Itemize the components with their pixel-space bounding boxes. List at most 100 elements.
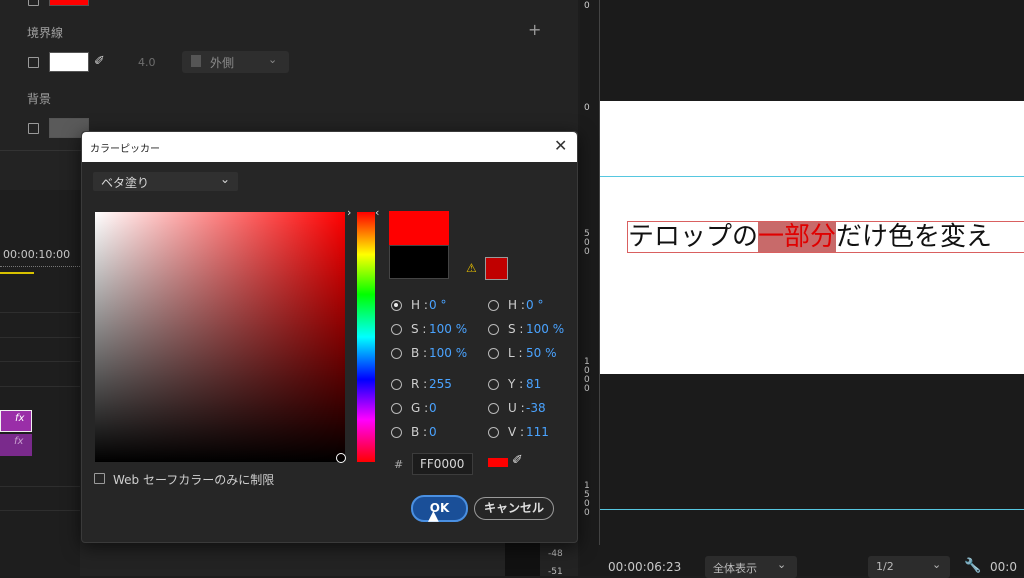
track-divider	[0, 361, 80, 362]
web-safe-label: Web セーフカラーのみに制限	[113, 473, 275, 487]
track-divider	[0, 510, 80, 511]
close-icon[interactable]: ✕	[554, 136, 567, 155]
chevron-down-icon: ⌄	[268, 53, 278, 66]
zoom-label: 全体表示	[713, 562, 757, 575]
border-checkbox[interactable]	[28, 57, 39, 68]
caption-highlight-text: 一部分	[758, 222, 837, 252]
ruler-mark: 5 0 0	[584, 229, 590, 257]
hsl-l-value[interactable]: 50 %	[526, 346, 557, 360]
ok-button[interactable]: OK	[411, 495, 468, 522]
cancel-button[interactable]: キャンセル	[474, 497, 554, 520]
audio-meter	[505, 543, 540, 576]
duration-timecode: 00:0	[990, 560, 1017, 574]
safe-margin-guide	[600, 509, 1024, 510]
radio-hsl-h[interactable]	[488, 300, 499, 311]
fill-type-label: ベタ塗り	[101, 176, 150, 190]
dialog-title: カラーピッカー	[90, 144, 160, 155]
border-color-swatch[interactable]	[49, 52, 89, 72]
old-color-preview[interactable]	[389, 245, 449, 279]
hue-slider-handle-left-icon[interactable]: ›	[347, 206, 351, 219]
field-label: Y :	[508, 377, 524, 391]
playhead-timecode[interactable]: 00:00:06:23	[608, 560, 681, 574]
border-position-dropdown[interactable]: 外側 ⌄	[182, 51, 289, 73]
ruler-mark: 1 0 0 0	[584, 357, 590, 394]
caption-text: だけ色を変え	[836, 222, 993, 252]
track-divider	[0, 312, 80, 313]
background-checkbox[interactable]	[28, 123, 39, 134]
radio-rgb-r[interactable]	[391, 379, 402, 390]
ruler-mark: 1 5 0 0	[584, 481, 590, 518]
chevron-down-icon: ⌄	[777, 558, 787, 571]
chevron-down-icon: ⌄	[220, 172, 231, 186]
ruler-mark: 0	[584, 1, 590, 11]
audio-db-label: -48	[548, 549, 563, 559]
yuv-fields: Y : 81 U : -38 V : 111	[488, 377, 573, 457]
field-label: R :	[411, 377, 428, 391]
mouse-cursor-icon: ▲	[428, 508, 439, 524]
hue-slider[interactable]	[357, 212, 375, 462]
radio-yuv-y[interactable]	[488, 379, 499, 390]
hue-slider-handle-right-icon[interactable]: ‹	[375, 206, 379, 219]
hsb-h-value[interactable]: 0 °	[429, 298, 446, 312]
hex-hash-label: #	[394, 458, 404, 471]
color-field-cursor[interactable]	[336, 453, 346, 463]
dialog-title-bar[interactable]: カラーピッカー ✕	[82, 132, 577, 162]
radio-yuv-v[interactable]	[488, 427, 499, 438]
radio-hsl-l[interactable]	[488, 348, 499, 359]
field-label: V :	[508, 425, 525, 439]
hsl-fields: H : 0 ° S : 100 % L : 50 %	[488, 298, 573, 388]
hsb-s-value[interactable]: 100 %	[429, 322, 467, 336]
work-area-bar	[0, 272, 34, 274]
rgb-r-value[interactable]: 255	[429, 377, 452, 391]
radio-rgb-b[interactable]	[391, 427, 402, 438]
wrench-icon[interactable]: 🔧	[964, 558, 981, 574]
current-color-chip	[488, 458, 508, 467]
ruler-mark: 0	[584, 103, 590, 113]
field-label: H :	[411, 298, 428, 312]
yuv-y-value[interactable]: 81	[526, 377, 541, 391]
fill-type-dropdown[interactable]: ベタ塗り ⌄	[93, 172, 238, 191]
yuv-u-value[interactable]: -38	[526, 401, 546, 415]
radio-hsb-b[interactable]	[391, 348, 402, 359]
fill-checkbox[interactable]	[28, 0, 39, 6]
radio-hsb-h[interactable]	[391, 300, 402, 311]
field-label: H :	[508, 298, 525, 312]
warning-icon: ⚠	[466, 261, 477, 275]
hsb-fields: H : 0 ° S : 100 % B : 100 %	[391, 298, 471, 388]
resolution-dropdown[interactable]: 1/2 ⌄	[868, 556, 950, 578]
add-border-button[interactable]: +	[528, 20, 541, 39]
new-color-preview	[389, 211, 449, 245]
radio-hsl-s[interactable]	[488, 324, 499, 335]
hex-input[interactable]: FF0000	[412, 453, 473, 475]
rgb-b-value[interactable]: 0	[429, 425, 437, 439]
radio-rgb-g[interactable]	[391, 403, 402, 414]
field-label: B :	[411, 425, 428, 439]
track-divider	[0, 337, 80, 338]
color-field[interactable]	[95, 212, 345, 462]
hsl-h-value[interactable]: 0 °	[526, 298, 543, 312]
hsl-s-value[interactable]: 100 %	[526, 322, 564, 336]
radio-yuv-u[interactable]	[488, 403, 499, 414]
field-label: L :	[508, 346, 523, 360]
color-picker-dialog: カラーピッカー ✕ ベタ塗り ⌄ › ‹ ⚠ H : 0 ° S : 100 %…	[81, 131, 578, 543]
caption-text: テロップの	[628, 222, 759, 252]
field-label: U :	[508, 401, 525, 415]
field-label: S :	[508, 322, 524, 336]
caption-text-box[interactable]: テロップの一部分だけ色を変え	[627, 221, 1024, 253]
web-safe-checkbox[interactable]	[94, 473, 105, 484]
border-position-label: 外側	[210, 56, 235, 70]
yuv-v-value[interactable]: 111	[526, 425, 549, 439]
radio-hsb-s[interactable]	[391, 324, 402, 335]
eyedropper-icon[interactable]: ✐	[94, 54, 105, 69]
graphic-clip-selected[interactable]: fx	[0, 410, 32, 432]
graphic-clip[interactable]: fx	[0, 434, 32, 456]
hsb-b-value[interactable]: 100 %	[429, 346, 467, 360]
track-divider	[0, 386, 80, 387]
fill-color-swatch[interactable]	[49, 0, 89, 6]
rgb-g-value[interactable]: 0	[429, 401, 437, 415]
gamut-correction-swatch[interactable]	[485, 257, 508, 280]
zoom-dropdown[interactable]: 全体表示 ⌄	[705, 556, 797, 578]
eyedropper-icon[interactable]: ✐	[512, 453, 523, 468]
fx-badge: fx	[14, 436, 24, 447]
border-width-value[interactable]: 4.0	[138, 56, 156, 69]
